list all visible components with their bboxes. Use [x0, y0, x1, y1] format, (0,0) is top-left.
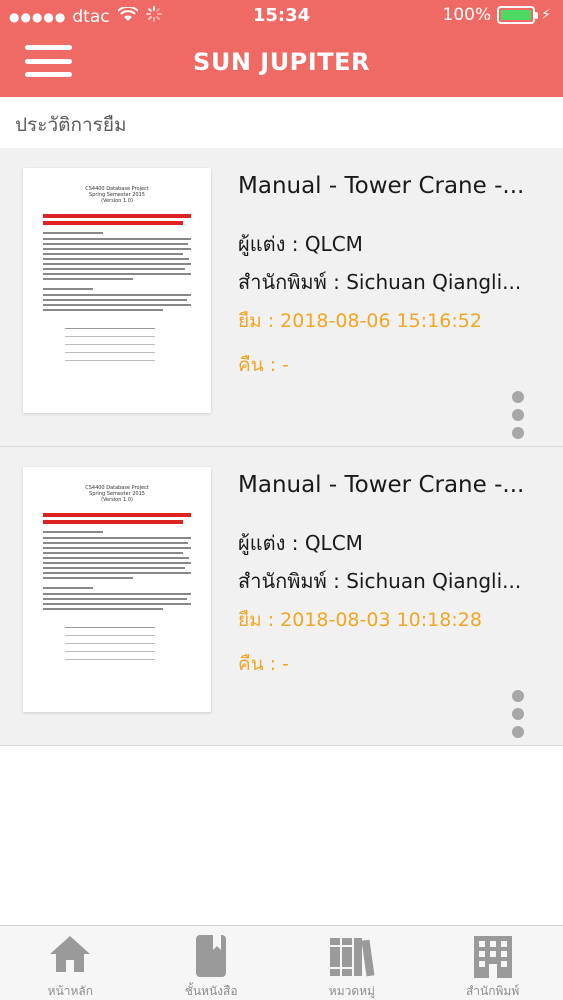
- list-item[interactable]: CS4400 Database Project Spring Semester …: [0, 447, 563, 746]
- book-publisher: สำนักพิมพ์ : Sichuan Qiangli...: [238, 569, 522, 593]
- book-cover-thumbnail[interactable]: CS4400 Database Project Spring Semester …: [23, 168, 211, 413]
- book-author: ผู้แต่ง : QLCM: [238, 232, 363, 256]
- book-title[interactable]: Manual - Tower Crane -...: [238, 173, 538, 199]
- tab-label: ชั้นหนังสือ: [184, 984, 238, 998]
- list-item[interactable]: CS4400 Database Project Spring Semester …: [0, 148, 563, 447]
- tab-category[interactable]: หมวดหมู่: [282, 926, 423, 1000]
- book-author: ผู้แต่ง : QLCM: [238, 531, 363, 555]
- battery-icon: [497, 6, 539, 24]
- page-title: ประวัติการยืม: [15, 114, 127, 136]
- tab-publisher[interactable]: สำนักพิมพ์: [422, 926, 563, 1000]
- borrow-date: ยืม : 2018-08-03 10:18:28: [238, 609, 482, 631]
- more-options-icon[interactable]: [508, 690, 528, 738]
- more-options-icon[interactable]: [508, 391, 528, 439]
- bookshelf-icon: [193, 934, 229, 982]
- cover-text: CS4400 Database Project Spring Semester …: [85, 485, 149, 503]
- borrow-date: ยืม : 2018-08-06 15:16:52: [238, 310, 482, 332]
- home-icon: [48, 934, 92, 978]
- tab-label: หน้าหลัก: [47, 984, 94, 998]
- tab-bookshelf[interactable]: ชั้นหนังสือ: [141, 926, 282, 1000]
- category-books-icon: [328, 934, 376, 982]
- app-title: SUN JUPITER: [193, 48, 370, 76]
- status-right: 100% ⚡: [443, 5, 551, 25]
- book-title[interactable]: Manual - Tower Crane -...: [238, 472, 538, 498]
- app-header: ●●●●● dtac 15:34 100% ⚡ SUN JUPITER: [0, 0, 563, 97]
- tab-label: หมวดหมู่: [328, 984, 375, 998]
- battery-percent: 100%: [442, 5, 492, 25]
- tab-home[interactable]: หน้าหลัก: [0, 926, 141, 1000]
- status-bar: ●●●●● dtac 15:34 100% ⚡: [0, 0, 563, 32]
- return-date: คืน : -: [238, 653, 290, 675]
- cover-text: CS4400 Database Project Spring Semester …: [85, 186, 149, 204]
- book-publisher: สำนักพิมพ์ : Sichuan Qiangli...: [238, 270, 522, 294]
- tab-label: สำนักพิมพ์: [465, 984, 520, 998]
- return-date: คืน : -: [238, 354, 290, 376]
- book-cover-thumbnail[interactable]: CS4400 Database Project Spring Semester …: [23, 467, 211, 712]
- borrow-history-list: CS4400 Database Project Spring Semester …: [0, 148, 563, 746]
- publisher-building-icon: [470, 934, 516, 982]
- charging-bolt-icon: ⚡: [541, 7, 551, 23]
- bottom-tab-bar: หน้าหลัก ชั้นหนังสือ หมวดหมู่ สำนักพิมพ์: [0, 925, 563, 1000]
